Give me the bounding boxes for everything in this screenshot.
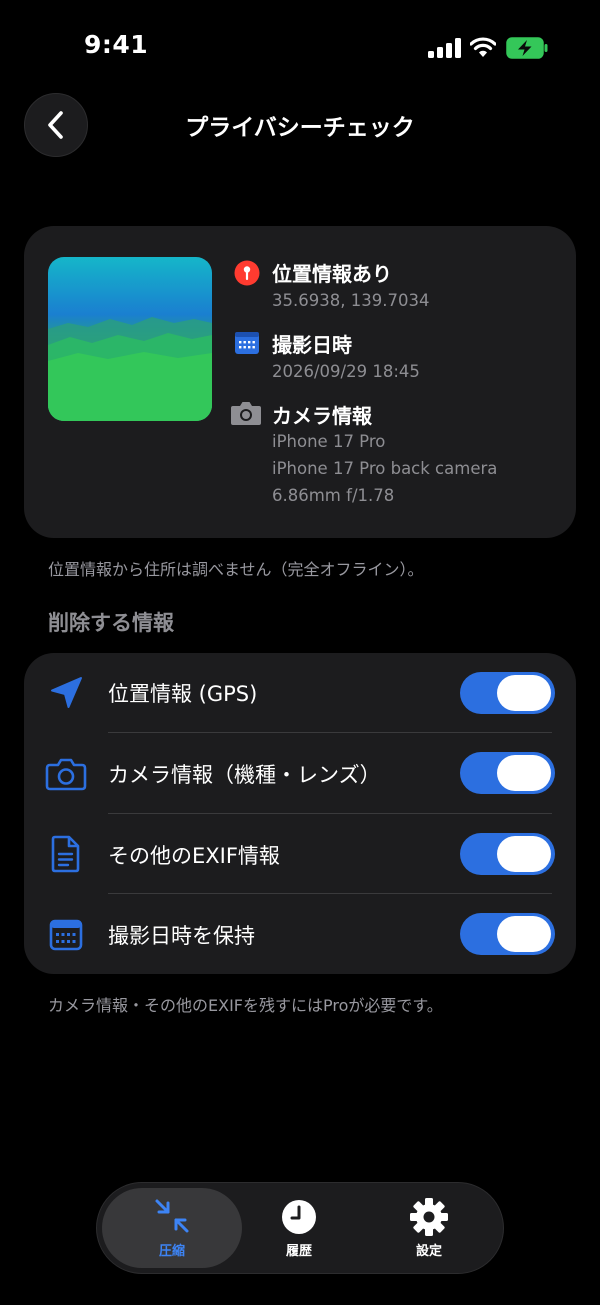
camera-info-icon [230,398,262,428]
divider [108,813,552,814]
location-pin-icon [232,258,262,288]
camera-spec: 6.86mm f/1.78 [272,486,395,505]
remove-section-heading: 削除する情報 [48,611,174,635]
date-title: 撮影日時 [272,333,352,357]
camera-lens: iPhone 17 Pro back camera [272,459,498,478]
toggle-label-camera: カメラ情報（機種・レンズ） [108,763,381,787]
location-arrow-icon [44,671,88,715]
compress-icon [152,1196,192,1236]
offline-note: 位置情報から住所は調べません（完全オフライン）。 [48,560,424,579]
location-coordinates: 35.6938, 139.7034 [272,291,430,310]
camera-icon [44,752,88,796]
divider [108,732,552,733]
clock-icon [282,1200,316,1234]
toggle-knob [497,675,551,711]
page-title: プライバシーチェック [185,115,415,141]
battery-charging-icon [506,37,548,59]
landscape-image [48,317,212,421]
toggle-label-gps: 位置情報 (GPS) [108,682,258,706]
toggle-knob [497,755,551,791]
tab-history[interactable] [280,1198,318,1236]
toggle-knob [497,916,551,952]
status-time: 9:41 [84,30,149,59]
tab-label-settings: 設定 [415,1244,442,1259]
gear-icon [410,1198,448,1236]
gps-toggle[interactable] [460,672,555,714]
toggle-label-keep-date: 撮影日時を保持 [108,924,255,948]
calendar-icon [44,913,88,957]
divider [108,893,552,894]
keep-date-toggle[interactable] [460,913,555,955]
exif-toggle[interactable] [460,833,555,875]
toggle-label-exif: その他のEXIF情報 [108,844,280,868]
camera-title: カメラ情報 [272,404,372,428]
toggle-knob [497,836,551,872]
date-value: 2026/09/29 18:45 [272,362,420,381]
tab-label-compress: 圧縮 [158,1244,185,1259]
tab-label-history: 履歴 [285,1244,312,1259]
pro-note: カメラ情報・その他のEXIFを残すにはProが必要です。 [48,996,443,1015]
location-title: 位置情報あり [272,262,392,286]
tab-settings[interactable] [409,1197,449,1237]
photo-thumbnail [48,257,212,421]
wifi-icon [470,37,496,57]
camera-info-toggle[interactable] [460,752,555,794]
camera-model: iPhone 17 Pro [272,432,386,451]
calendar-icon [232,328,262,358]
document-icon [44,832,88,876]
cellular-signal-icon [428,38,461,58]
